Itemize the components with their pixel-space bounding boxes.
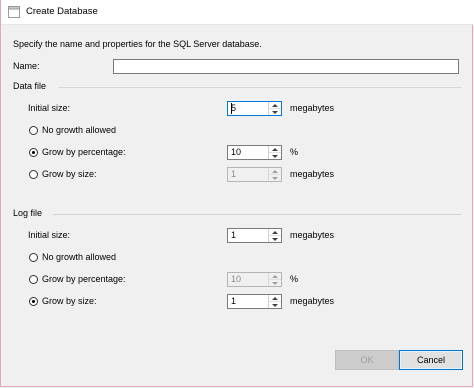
- data-grow-size-radio[interactable]: [29, 170, 38, 179]
- log-size-value: 1: [231, 296, 237, 306]
- chevron-down-icon: [272, 110, 278, 114]
- log-no-growth-radio[interactable]: [29, 253, 38, 262]
- create-database-dialog: Create Database Specify the name and pro…: [0, 0, 474, 387]
- log-file-divider: [53, 214, 461, 215]
- log-initial-size-label: Initial size:: [28, 230, 71, 240]
- chevron-up-icon: [272, 147, 278, 151]
- chevron-up-icon: [272, 169, 278, 173]
- spinner-buttons: [268, 168, 281, 181]
- spin-up-button: [269, 168, 281, 175]
- spin-up-button: [269, 273, 281, 280]
- spinner-buttons: [268, 273, 281, 286]
- chevron-down-icon: [272, 154, 278, 158]
- ok-button[interactable]: OK: [335, 350, 399, 370]
- spin-up-button[interactable]: [269, 146, 281, 153]
- chevron-up-icon: [272, 230, 278, 234]
- title-bar[interactable]: Create Database: [1, 0, 474, 25]
- spinner-buttons: [268, 146, 281, 159]
- spinner-buttons: [268, 229, 281, 242]
- chevron-down-icon: [272, 237, 278, 241]
- log-percentage-unit: %: [290, 274, 299, 284]
- cancel-button[interactable]: Cancel: [399, 350, 463, 370]
- data-size-unit: megabytes: [290, 169, 335, 179]
- chevron-down-icon: [272, 281, 278, 285]
- log-grow-size-radio[interactable]: [29, 297, 38, 306]
- spin-down-button[interactable]: [269, 109, 281, 115]
- data-initial-size-value: 5: [231, 103, 237, 113]
- data-percentage-value: 10: [231, 147, 242, 157]
- spin-up-button[interactable]: [269, 102, 281, 109]
- spinner-buttons: [268, 102, 281, 115]
- spin-up-button[interactable]: [269, 295, 281, 302]
- chevron-up-icon: [272, 274, 278, 278]
- data-initial-size-label: Initial size:: [28, 103, 71, 113]
- log-percentage-spinner: 10: [227, 272, 282, 287]
- spin-down-button[interactable]: [269, 153, 281, 159]
- data-file-divider: [59, 87, 461, 88]
- data-file-section-label: Data file: [13, 81, 47, 91]
- window-title: Create Database: [26, 6, 98, 17]
- spin-down-button: [269, 280, 281, 286]
- log-grow-percentage-label[interactable]: Grow by percentage:: [42, 274, 126, 284]
- log-size-spinner[interactable]: 1: [227, 294, 282, 309]
- data-no-growth-radio[interactable]: [29, 126, 38, 135]
- spin-down-button: [269, 175, 281, 181]
- spinner-buttons: [268, 295, 281, 308]
- database-name-input[interactable]: [113, 59, 459, 74]
- chevron-down-icon: [272, 176, 278, 180]
- database-icon: [8, 6, 20, 18]
- log-initial-size-unit: megabytes: [290, 230, 335, 240]
- log-percentage-value: 10: [231, 274, 242, 284]
- spin-up-button[interactable]: [269, 229, 281, 236]
- log-initial-size-spinner[interactable]: 1: [227, 228, 282, 243]
- data-grow-percentage-label[interactable]: Grow by percentage:: [42, 147, 126, 157]
- spin-down-button[interactable]: [269, 302, 281, 308]
- data-grow-percentage-radio[interactable]: [29, 148, 38, 157]
- data-initial-size-unit: megabytes: [290, 103, 335, 113]
- data-initial-size-spinner[interactable]: 5: [227, 101, 282, 116]
- data-size-spinner: 1: [227, 167, 282, 182]
- spin-down-button[interactable]: [269, 236, 281, 242]
- data-percentage-unit: %: [290, 147, 299, 157]
- data-size-value: 1: [231, 169, 237, 179]
- log-grow-size-label[interactable]: Grow by size:: [42, 296, 97, 306]
- chevron-up-icon: [272, 296, 278, 300]
- log-file-section-label: Log file: [13, 208, 43, 218]
- log-initial-size-value: 1: [231, 230, 237, 240]
- name-label: Name:: [13, 61, 40, 71]
- data-no-growth-label[interactable]: No growth allowed: [42, 125, 116, 135]
- log-no-growth-label[interactable]: No growth allowed: [42, 252, 116, 262]
- dialog-description: Specify the name and properties for the …: [13, 39, 262, 49]
- data-percentage-spinner[interactable]: 10: [227, 145, 282, 160]
- data-grow-size-label[interactable]: Grow by size:: [42, 169, 97, 179]
- log-size-unit: megabytes: [290, 296, 335, 306]
- log-grow-percentage-radio[interactable]: [29, 275, 38, 284]
- chevron-up-icon: [272, 103, 278, 107]
- chevron-down-icon: [272, 303, 278, 307]
